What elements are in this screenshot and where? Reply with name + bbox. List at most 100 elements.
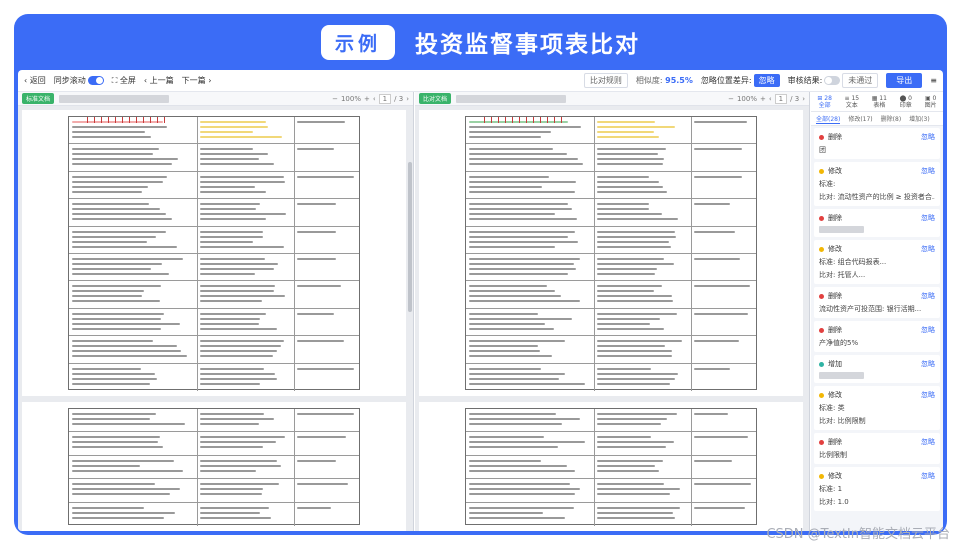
ignore-position-control[interactable]: 忽略位置差异: 忽略 [701,74,780,87]
review-result-control[interactable]: 审核结果: 未通过 [788,73,879,88]
page-next-icon[interactable]: › [802,95,805,103]
diff-card[interactable]: 删除 忽略 流动性资产可投范围: 银行活期... [814,287,940,318]
text-line [200,418,274,420]
page-input[interactable]: 1 [774,93,788,104]
toolbar: ‹ 返回 同步滚动 ⛶ 全屏 ‹ 上一篇 下一篇 › 比对规则 相似度: 95.… [18,70,943,92]
change-marker [142,117,144,123]
table-row [466,253,756,282]
text-line [200,257,265,260]
review-result-switch[interactable] [824,76,841,85]
ignore-button[interactable]: 忽略 [921,325,935,335]
text-line [597,208,650,211]
column-rule [197,308,198,336]
page-input[interactable]: 1 [378,93,392,104]
standard-doc-page-2[interactable] [22,402,406,531]
diff-category-4[interactable]: ▣ 0 图片 [925,95,937,109]
diff-card[interactable]: 修改 忽略 标准: 类比对: 比例限制 [814,386,940,430]
next-doc-button[interactable]: 下一篇 › [182,75,212,86]
standard-scrollbar[interactable] [408,162,412,312]
text-line [72,418,150,420]
diff-card[interactable]: 删除 忽略 比例限制 [814,433,940,464]
ignore-button[interactable]: 忽略 [921,359,935,369]
ignore-button[interactable]: 忽略 [921,291,935,301]
text-line [296,483,349,486]
table-row [69,281,359,309]
column-rule [294,253,295,281]
text-line [200,121,267,123]
diff-category-2[interactable]: ▦ 11 表格 [872,95,887,109]
ignore-button[interactable]: 忽略 [921,213,935,223]
diff-category-3[interactable]: ⬤ 0 印章 [900,95,912,109]
compare-zoom-control[interactable]: − 100% + ‹ 1 / 3 › [728,93,805,104]
diff-card[interactable]: 删除 忽略团 [814,128,940,159]
export-button[interactable]: 导出 [886,73,923,88]
text-line [469,230,575,233]
diff-card[interactable]: 修改 忽略 标准: 组合代码报表... 比对: 托管人... [814,240,940,284]
ignore-button[interactable]: 忽略 [921,471,935,481]
page-prev-icon[interactable]: ‹ [769,95,772,103]
menu-icon[interactable]: ≡ [930,76,937,85]
compare-doc-tag: 比对文档 [419,93,452,104]
watermark: CSDN @TextIn智能文档云平台 [766,527,950,542]
review-result-status[interactable]: 未通过 [842,73,879,88]
compare-doc-page-1[interactable] [419,110,803,396]
table-row [69,479,359,503]
text-line [597,153,658,156]
diff-text: 比例限制 [819,451,847,459]
diff-card[interactable]: 删除 忽略 [814,209,940,237]
change-marker [511,117,513,123]
ignore-button[interactable]: 忽略 [921,132,935,142]
diff-card[interactable]: 删除 忽略 产净值的5% [814,321,940,352]
ignore-position-toggle[interactable]: 忽略 [753,74,780,87]
text-line [597,312,678,315]
ignore-button[interactable]: 忽略 [921,437,935,447]
diff-card[interactable]: 修改 忽略 标准: 比对: 流动性资产的比例 ≥ 投资者合... [814,162,940,206]
ignore-button[interactable]: 忽略 [921,166,935,176]
diff-category-1[interactable]: ≡ 15 文本 [845,95,860,109]
column-rule [294,199,295,226]
text-line [469,153,567,156]
fullscreen-button[interactable]: ⛶ 全屏 [112,75,136,86]
diff-card[interactable]: 修改 忽略 标准: 1 比对: 1.0 [814,467,940,511]
page-next-icon[interactable]: › [406,95,409,103]
compare-doc-page-2[interactable] [419,402,803,531]
diff-type-dot [819,439,824,445]
diff-card-text: 标准: 1 [819,484,935,494]
filter-tab[interactable]: 修改(17) [848,114,872,123]
category-label: 印章 [899,101,912,109]
text-line [200,423,260,425]
column-rule [594,409,595,432]
compare-rules-button[interactable]: 比对规则 [583,73,628,88]
page-prev-icon[interactable]: ‹ [373,95,376,103]
text-line [693,230,735,233]
sync-scroll-control[interactable]: 同步滚动 [54,75,104,86]
text-line [469,185,543,188]
diff-category-0[interactable]: ⊞ 28 全部 [817,95,832,109]
ignore-button[interactable]: 忽略 [921,244,935,254]
zoom-out-icon[interactable]: − [728,95,734,103]
text-line [597,413,677,415]
sync-scroll-toggle[interactable] [87,76,104,85]
text-line [693,459,733,462]
text-line [597,423,661,425]
text-line [597,340,683,343]
back-button[interactable]: ‹ 返回 [24,75,46,86]
text-line [469,516,566,519]
text-line [200,382,260,385]
ignore-button[interactable]: 忽略 [921,390,935,400]
zoom-out-icon[interactable]: − [332,95,338,103]
diff-card[interactable]: 增加 忽略 [814,355,940,383]
zoom-in-icon[interactable]: + [364,95,370,103]
change-marker [93,117,95,123]
prev-doc-button[interactable]: ‹ 上一篇 [144,75,174,86]
diff-sidebar: ⊞ 28 全部 ≡ 15 文本 ▦ 11 表格 ⬤ 0 印章 ▣ 0 图片 全部(28) 修改(17… [811,92,943,531]
filter-tab[interactable]: 全部(28) [816,114,841,124]
filter-tab[interactable]: 删除(8) [881,114,902,123]
diff-type-label: 修改 [828,472,842,480]
filter-tab[interactable]: 增加(3) [909,114,930,123]
text-line [200,446,264,449]
standard-doc-page-1[interactable] [22,110,406,396]
standard-zoom-control[interactable]: − 100% + ‹ 1 / 3 › [332,93,409,104]
text-line [469,163,584,166]
zoom-in-icon[interactable]: + [760,95,766,103]
